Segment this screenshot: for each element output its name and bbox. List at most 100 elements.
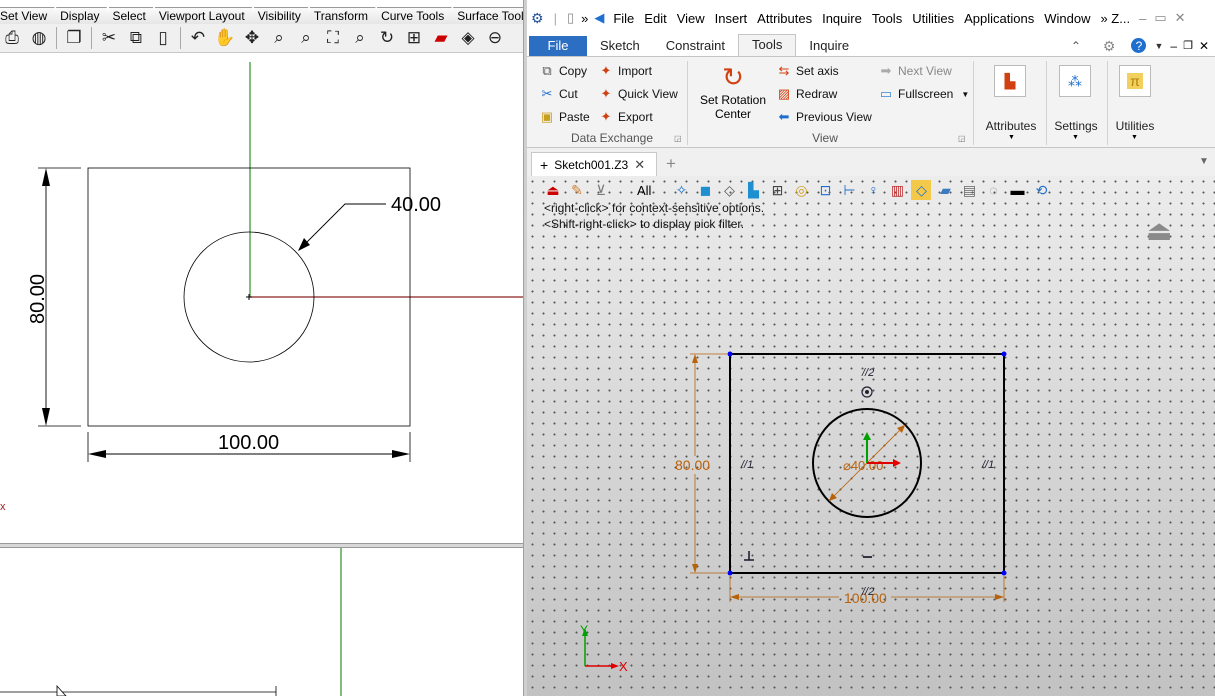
zoom-selected-icon[interactable]: ⌕ [348,26,372,50]
tab-set-view[interactable]: Set View [0,7,62,24]
render-icon[interactable]: ◈ [456,26,480,50]
close-icon[interactable]: ✕ [1171,10,1190,26]
copy-button[interactable]: ⧉ Copy [539,63,587,79]
print-icon[interactable]: ⎙ [0,26,24,50]
close-tab-icon[interactable]: ✕ [634,157,645,173]
tab-tools[interactable]: Tools [738,34,797,56]
diameter-dimension-text[interactable]: 40.00 [391,194,441,216]
width-dimension-text[interactable]: 100.00 [218,432,279,454]
paste-icon[interactable]: ▯ [151,26,175,50]
sketch-vertex[interactable] [727,351,733,357]
zoom-window-icon[interactable]: ⌕ [294,26,318,50]
sketch-vertex[interactable] [727,570,733,576]
circle-icon[interactable]: ⊖ [483,26,507,50]
document-tab[interactable]: + Sketch001.Z3 ✕ [531,152,657,176]
settings-icon[interactable]: ⁂ [1059,65,1091,97]
import-button[interactable]: ✦ Import [598,63,652,79]
car-shaded-icon[interactable]: ▰ [429,26,453,50]
sketch-canvas[interactable]: ⏏ ✎ ⊻ All ✧ ◼ ◇ ▙ ⊞ ◎ ⊡ ⊢ ♀ ▥ ◇ ▰ ▤ ◌ ▬ … [527,176,1215,696]
menu-inquire[interactable]: Inquire [817,11,867,26]
rotate-zoom-icon[interactable]: ↻ [375,26,399,50]
tab-viewport-layout[interactable]: Viewport Layout [155,7,260,24]
doc-minimize-icon[interactable]: – [1167,36,1180,56]
parallel-constraint-bottom[interactable]: //2 [861,586,874,598]
collapse-ribbon-icon[interactable]: ⌃ [1057,36,1095,56]
menu-view[interactable]: View [672,11,710,26]
menu-utilities[interactable]: Utilities [907,11,959,26]
group-launcher-icon[interactable]: ◲ [958,134,966,143]
undo-icon[interactable]: ↶ [186,26,210,50]
group-launcher-icon[interactable]: ◲ [674,134,682,143]
new-file-icon[interactable]: ▯ [562,10,579,26]
app-logo-icon[interactable]: ⚙ [527,10,549,27]
cut-icon[interactable]: ✂ [97,26,121,50]
settings-gear-icon[interactable]: ⚙ [1095,36,1124,56]
restore-icon[interactable]: ▭ [1150,10,1170,26]
menu-window[interactable]: Window [1039,11,1095,26]
sketch-vertex[interactable] [1001,570,1007,576]
zoom-icon[interactable]: ⌕ [267,26,291,50]
top-viewport[interactable]: 40.00 80.00 100.00 x [0,62,523,543]
export-button[interactable]: ✦ Export [598,109,653,125]
fullscreen-dropdown-icon[interactable]: ▼ [961,90,969,99]
utilities-dropdown-icon[interactable]: ▼ [1131,134,1138,141]
pan-hand-icon[interactable]: ✋ [213,26,237,50]
tab-inquire[interactable]: Inquire [796,36,862,56]
menu-overflow[interactable]: » Z... [1095,11,1135,26]
new-tab-icon[interactable]: + [666,154,676,174]
utilities-label[interactable]: Utilities [1103,119,1167,133]
diameter-dimension-text[interactable]: ⌀40.00 [843,458,883,473]
zoom-extents-icon[interactable]: ⛶ [321,26,345,50]
parallel-constraint-right[interactable]: //1 [981,459,994,471]
redraw-button[interactable]: ▨ Redraw [776,86,838,102]
tab-file[interactable]: File [529,36,587,56]
menu-attributes[interactable]: Attributes [752,11,817,26]
utilities-icon[interactable]: π [1119,65,1151,97]
minimize-icon[interactable]: – [1135,11,1150,26]
quick-view-button[interactable]: ✦ Quick View [598,86,678,102]
settings-dropdown-icon[interactable]: ▼ [1072,134,1079,141]
help-icon[interactable]: ? [1131,38,1147,53]
doc-close-icon[interactable]: ✕ [1196,36,1215,56]
height-dimension-text[interactable]: 80.00 [675,457,710,473]
new-document-icon[interactable]: ❐ [62,26,86,50]
set-axis-button[interactable]: ⇆ Set axis [776,63,839,79]
menu-insert[interactable]: Insert [710,11,753,26]
cut-button[interactable]: ✂ Cut [539,86,578,102]
tab-visibility[interactable]: Visibility [254,7,316,24]
paste-button[interactable]: ▣ Paste [539,109,590,125]
sketch-vertex[interactable] [1001,351,1007,357]
viewport-grid-icon[interactable]: ⊞ [402,26,426,50]
tab-surface-tools[interactable]: Surface Tools [453,7,523,24]
parallel-constraint-left[interactable]: //1 [740,459,753,471]
menu-tools[interactable]: Tools [867,11,907,26]
set-rotation-center-button[interactable]: ↻ Set Rotation Center [693,61,773,121]
bottom-viewport[interactable] [0,548,523,696]
attributes-label[interactable]: Attributes [979,119,1043,133]
help-dropdown-icon[interactable]: ▼ [1150,36,1167,56]
tab-sketch[interactable]: Sketch [587,36,653,56]
attributes-dropdown-icon[interactable]: ▼ [1008,134,1015,141]
menu-applications[interactable]: Applications [959,11,1039,26]
back-arrow-icon[interactable]: ◀ [590,10,608,26]
copy-icon[interactable]: ⧉ [124,26,148,50]
tab-transform[interactable]: Transform [310,7,383,24]
parallel-constraint-top[interactable]: //2 [861,367,874,379]
menu-file[interactable]: File [608,11,639,26]
doc-restore-icon[interactable]: ❐ [1180,36,1196,56]
tab-list-dropdown-icon[interactable]: ▼ [1199,156,1209,167]
settings-label[interactable]: Settings [1044,119,1108,133]
tab-curve-tools[interactable]: Curve Tools [377,7,459,24]
globe-icon[interactable]: ◍ [27,26,51,50]
height-dimension-text[interactable]: 80.00 [27,274,49,324]
tab-constraint[interactable]: Constraint [653,36,738,56]
tab-select[interactable]: Select [109,7,161,24]
overflow-chevron-icon[interactable]: » [579,11,590,26]
menu-edit[interactable]: Edit [639,11,671,26]
tab-display[interactable]: Display [56,7,114,24]
previous-view-button[interactable]: ⬅ Previous View [776,109,872,125]
attributes-icon[interactable]: ▙ [994,65,1026,97]
rotate-view-icon[interactable]: ✥ [240,26,264,50]
fullscreen-button[interactable]: ▭ Fullscreen ▼ [878,86,969,102]
next-view-button[interactable]: ➡ Next View [878,63,952,79]
